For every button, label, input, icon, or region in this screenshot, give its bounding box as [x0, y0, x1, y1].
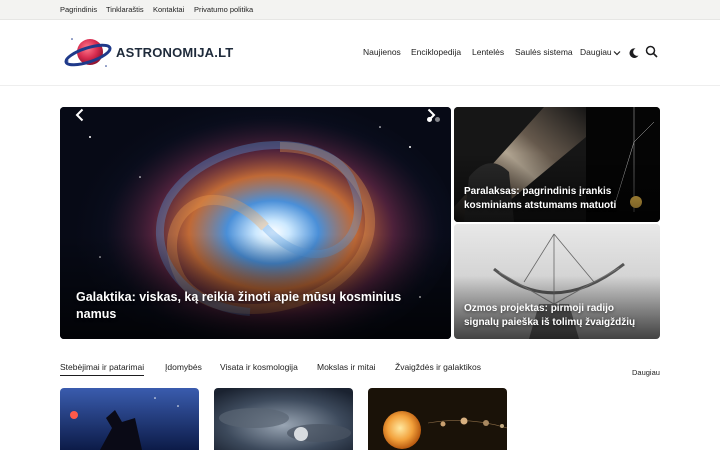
search-icon[interactable] [645, 45, 658, 58]
site-name[interactable]: ASTRONOMIJA.LT [116, 45, 233, 60]
topbar-link-contacts[interactable]: Kontaktai [153, 5, 184, 14]
tab-curiosities[interactable]: Įdomybės [165, 362, 202, 372]
nav-item-news[interactable]: Naujienos [363, 47, 401, 57]
hero-side-card-ozma[interactable]: Ozmos projektas: pirmoji radijo signalų … [454, 224, 660, 339]
stargazer-image [60, 388, 199, 450]
tab-stars-galaxies[interactable]: Žvaigždės ir galaktikos [395, 362, 481, 372]
tab-science-myths[interactable]: Mokslas ir mitai [317, 362, 376, 372]
more-link[interactable]: Daugiau [632, 368, 660, 377]
article-card-1[interactable] [60, 388, 199, 450]
topbar-link-home[interactable]: Pagrindinis [60, 5, 97, 14]
site-header: ASTRONOMIJA.LT Naujienos Enciklopedija L… [0, 20, 720, 86]
article-card-3[interactable] [368, 388, 507, 450]
hero-side-card-parallax[interactable]: Paralaksas: pagrindinis įrankis kosminia… [454, 107, 660, 222]
hero-main-slide[interactable]: Galaktika: viskas, ką reikia žinoti apie… [60, 107, 451, 339]
tab-universe-cosmology[interactable]: Visata ir kosmologija [220, 362, 298, 372]
moon-clouds-image [214, 388, 353, 450]
chevron-right-icon[interactable] [424, 107, 438, 123]
top-bar: Pagrindinis Tinklaraštis Kontaktai Priva… [0, 0, 720, 20]
tab-observations[interactable]: Stebėjimai ir patarimai [60, 362, 145, 376]
hero-side-title-parallax[interactable]: Paralaksas: pagrindinis įrankis kosminia… [464, 185, 649, 213]
topbar-link-blog[interactable]: Tinklaraštis [106, 5, 144, 14]
article-card-2[interactable] [214, 388, 353, 450]
moon-icon[interactable] [628, 47, 640, 59]
topbar-link-privacy[interactable]: Privatumo politika [194, 5, 253, 14]
solar-system-image [368, 388, 507, 450]
nav-item-tables[interactable]: Lentelės [472, 47, 504, 57]
planet-logo-icon[interactable] [64, 33, 112, 73]
hero-main-title[interactable]: Galaktika: viskas, ką reikia žinoti apie… [76, 289, 406, 323]
chevron-down-icon[interactable] [612, 48, 622, 58]
nav-item-encyclopedia[interactable]: Enciklopedija [411, 47, 461, 57]
chevron-left-icon[interactable] [73, 107, 87, 123]
nav-item-solar-system[interactable]: Saulės sistema [515, 47, 573, 57]
hero-side-title-ozma[interactable]: Ozmos projektas: pirmoji radijo signalų … [464, 302, 649, 330]
nav-item-more[interactable]: Daugiau [580, 47, 612, 57]
